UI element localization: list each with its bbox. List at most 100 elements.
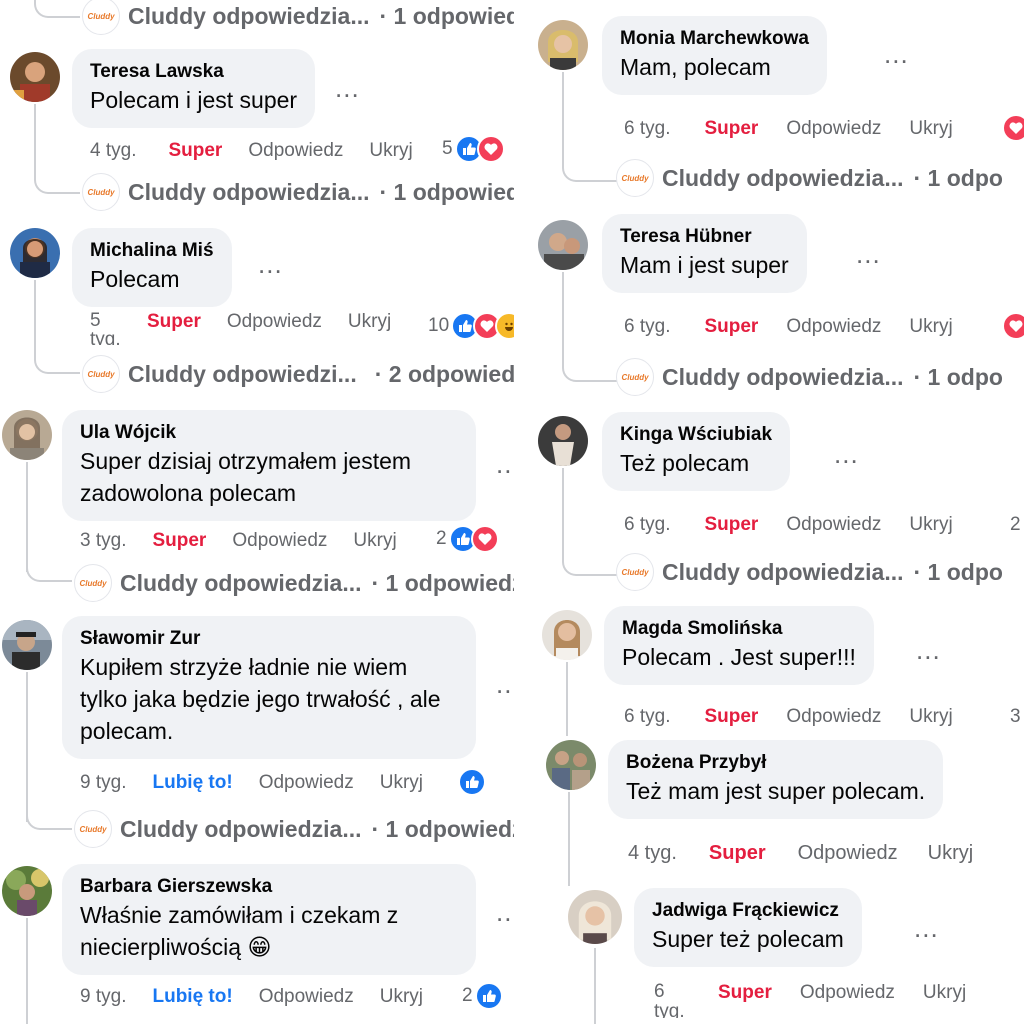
comment-author[interactable]: Kinga Wściubiak — [620, 423, 772, 447]
comment-author[interactable]: Teresa Hübner — [620, 225, 789, 249]
reaction-button[interactable]: Super — [704, 514, 758, 536]
comment-author[interactable]: Bożena Przybył — [626, 751, 925, 775]
avatar[interactable] — [2, 866, 52, 916]
cluddy-logo-icon: Cluddy — [616, 553, 654, 591]
reaction-button[interactable]: Super — [718, 982, 772, 1004]
more-options-icon[interactable]: ... — [916, 637, 941, 663]
reaction-button[interactable]: Super — [704, 316, 758, 338]
reply-button[interactable]: Odpowiedz — [798, 842, 898, 865]
reaction-button[interactable]: Super — [168, 140, 222, 162]
reply-button[interactable]: Odpowiedz — [786, 118, 881, 140]
reactions-summary[interactable] — [1002, 312, 1024, 340]
avatar[interactable] — [10, 228, 60, 278]
reply-button[interactable]: Odpowiedz — [786, 316, 881, 338]
more-options-icon[interactable]: ... — [496, 899, 514, 925]
comment-block: Teresa Lawska Polecam i jest super ... 4… — [0, 40, 514, 214]
reply-button[interactable]: Odpowiedz — [259, 772, 354, 794]
comment-actions: 4 tyg. Super Odpowiedz Ukryj — [628, 842, 973, 865]
comment-time[interactable]: 5 tyg. — [90, 311, 120, 345]
more-options-icon[interactable]: ... — [335, 75, 360, 101]
avatar[interactable] — [2, 410, 52, 460]
hide-button[interactable]: Ukryj — [369, 140, 412, 162]
avatar[interactable] — [542, 610, 592, 660]
reaction-button[interactable]: Super — [152, 530, 206, 552]
reaction-button[interactable]: Super — [709, 842, 766, 865]
comment-time[interactable]: 3 tyg. — [80, 530, 126, 552]
more-options-icon[interactable]: ... — [914, 915, 939, 941]
avatar[interactable] — [568, 890, 622, 944]
reply-button[interactable]: Odpowiedz — [786, 514, 881, 536]
reply-button[interactable]: Odpowiedz — [227, 311, 322, 333]
reply-button[interactable]: Odpowiedz — [786, 706, 881, 728]
comment-time[interactable]: 4 tyg. — [628, 842, 677, 865]
comment-author[interactable]: Teresa Lawska — [90, 60, 297, 84]
hide-button[interactable]: Ukryj — [353, 530, 396, 552]
hide-button[interactable]: Ukryj — [909, 118, 952, 140]
replies-link[interactable]: Cluddy Cluddy odpowiedzia... · 1 odpo — [616, 553, 1003, 591]
comment-text: Mam i jest super — [620, 252, 789, 278]
reactions-summary[interactable]: 10 — [428, 312, 514, 340]
hide-button[interactable]: Ukryj — [923, 982, 966, 1004]
reply-button[interactable]: Odpowiedz — [800, 982, 895, 1004]
reply-button[interactable]: Odpowiedz — [232, 530, 327, 552]
hide-button[interactable]: Ukryj — [348, 311, 391, 333]
thread-connector — [34, 340, 80, 374]
comment-time[interactable]: 6 tyg. — [624, 514, 670, 536]
replies-link[interactable]: Cluddy Cluddy odpowiedzi... · 2 odpowied — [82, 355, 514, 393]
reactions-summary[interactable]: 2 — [462, 982, 503, 1010]
reaction-button[interactable]: Super — [704, 706, 758, 728]
comment-time[interactable]: 4 tyg. — [90, 140, 136, 162]
comment-time[interactable]: 6 tyg. — [624, 706, 670, 728]
comment-time[interactable]: 9 tyg. — [80, 772, 126, 794]
replies-link[interactable]: Cluddy Cluddy odpowiedzia... · 1 odpo — [616, 159, 1003, 197]
hide-button[interactable]: Ukryj — [380, 772, 423, 794]
avatar[interactable] — [538, 416, 588, 466]
hide-button[interactable]: Ukryj — [909, 316, 952, 338]
avatar[interactable] — [10, 52, 60, 102]
avatar[interactable] — [546, 740, 596, 790]
hide-button[interactable]: Ukryj — [909, 706, 952, 728]
replies-link[interactable]: Cluddy Cluddy odpowiedzia... · 1 odpowie… — [74, 810, 514, 848]
comment-author[interactable]: Barbara Gierszewska — [80, 875, 458, 899]
replies-link[interactable]: Cluddy Cluddy odpowiedzia... · 1 odpowie… — [74, 564, 514, 602]
more-options-icon[interactable]: ... — [258, 251, 283, 277]
comment-time[interactable]: 6 tyg. — [624, 118, 670, 140]
avatar[interactable] — [538, 220, 588, 270]
hide-button[interactable]: Ukryj — [909, 514, 952, 536]
reactions-summary[interactable]: 2 — [1010, 514, 1021, 536]
more-options-icon[interactable]: ... — [496, 451, 514, 477]
reply-button[interactable]: Odpowiedz — [259, 986, 354, 1008]
like-button[interactable]: Lubię to! — [152, 986, 232, 1008]
comment-author[interactable]: Michalina Miś — [90, 239, 214, 263]
reactions-summary[interactable]: 2 — [436, 525, 499, 553]
avatar[interactable] — [538, 20, 588, 70]
comment-author[interactable]: Magda Smolińska — [622, 617, 856, 641]
comment-time[interactable]: 6 tyg. — [624, 316, 670, 338]
like-button[interactable]: Lubię to! — [152, 772, 232, 794]
reactions-summary[interactable] — [458, 768, 486, 796]
replies-link[interactable]: Cluddy Cluddy odpowiedzia... · 1 odpowie… — [82, 0, 514, 35]
comment-author[interactable]: Ula Wójcik — [80, 421, 458, 445]
reactions-summary[interactable]: 5 — [442, 135, 505, 163]
hide-button[interactable]: Ukryj — [928, 842, 974, 865]
reaction-button[interactable]: Super — [147, 311, 201, 333]
comment-author[interactable]: Sławomir Zur — [80, 627, 458, 651]
comment-time[interactable]: 6 tyg. — [654, 982, 688, 1018]
more-options-icon[interactable]: ... — [884, 41, 909, 67]
hide-button[interactable]: Ukryj — [380, 986, 423, 1008]
reaction-button[interactable]: Super — [704, 118, 758, 140]
more-options-icon[interactable]: ... — [496, 671, 514, 697]
reply-button[interactable]: Odpowiedz — [248, 140, 343, 162]
thread-connector — [26, 792, 72, 830]
replies-link[interactable]: Cluddy Cluddy odpowiedzia... · 1 odpowie… — [82, 173, 514, 211]
more-options-icon[interactable]: ... — [834, 441, 859, 467]
comment-time[interactable]: 9 tyg. — [80, 986, 126, 1008]
avatar[interactable] — [2, 620, 52, 670]
comment-author[interactable]: Monia Marchewkowa — [620, 27, 809, 51]
replies-link[interactable]: Cluddy Cluddy odpowiedzia... · 1 odpo — [616, 358, 1003, 396]
comment-actions: 9 tyg. Lubię to! Odpowiedz Ukryj — [80, 986, 423, 1008]
reactions-summary[interactable]: 3 — [1010, 706, 1021, 728]
comment-author[interactable]: Jadwiga Frąckiewicz — [652, 899, 844, 923]
more-options-icon[interactable]: ... — [856, 241, 881, 267]
reactions-summary[interactable] — [1002, 114, 1024, 142]
